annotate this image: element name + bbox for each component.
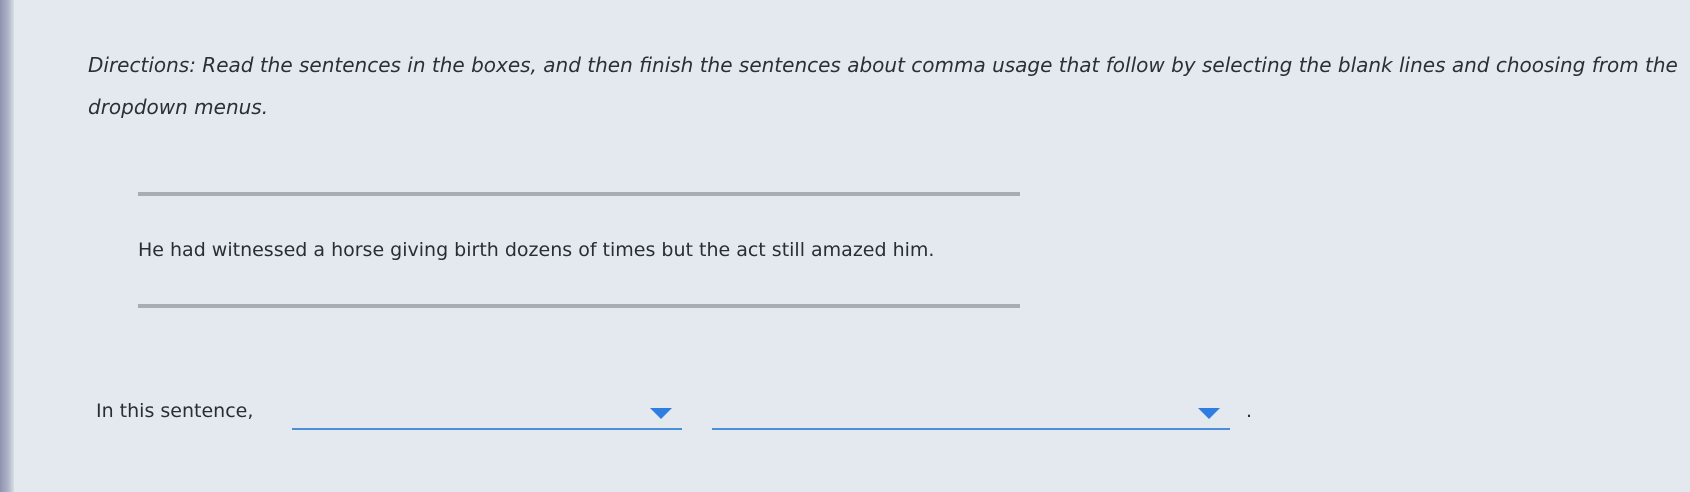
question-suffix: . [1246,400,1253,422]
question-prefix: In this sentence, [96,400,254,422]
left-accent-bar [0,0,14,492]
passage-box-bottom-rule [138,304,1020,308]
directions-text: Directions: Read the sentences in the bo… [88,53,1678,119]
passage-box-top-rule [138,192,1020,196]
caret-down-icon [650,408,672,419]
answer-dropdown-2[interactable] [712,400,1230,430]
answer-dropdown-1[interactable] [292,400,682,430]
passage-sentence: He had witnessed a horse giving birth do… [138,239,935,261]
caret-down-icon [1198,408,1220,419]
